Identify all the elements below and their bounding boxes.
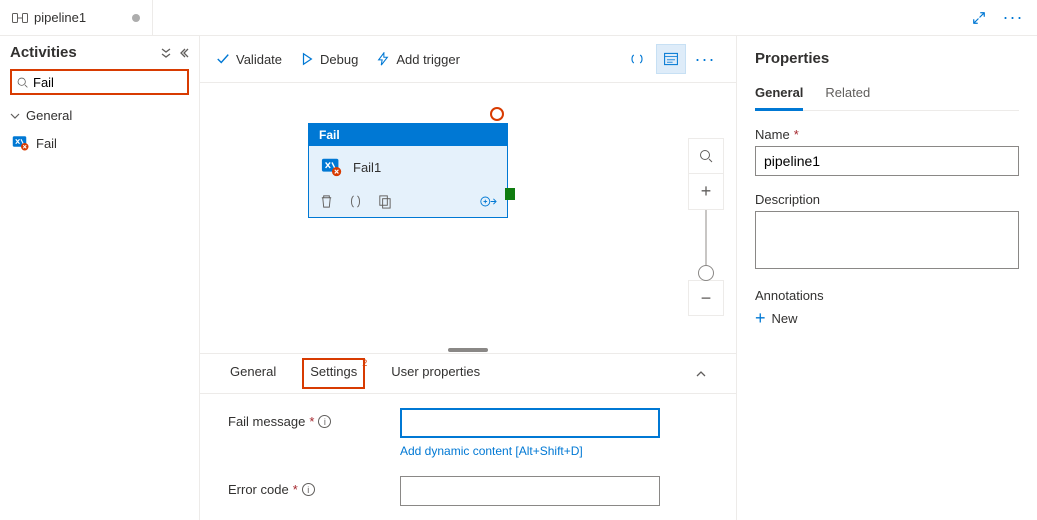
bottom-tab-user-properties[interactable]: User properties bbox=[389, 360, 482, 387]
tab-title: pipeline1 bbox=[34, 10, 86, 25]
debug-label: Debug bbox=[320, 52, 358, 67]
chevron-down-icon bbox=[10, 111, 20, 121]
unsaved-indicator-icon bbox=[132, 14, 140, 22]
node-output-handle[interactable] bbox=[505, 188, 515, 200]
fail-message-label: Fail message bbox=[228, 414, 305, 429]
add-trigger-label: Add trigger bbox=[396, 52, 460, 67]
fail-message-input[interactable] bbox=[400, 408, 660, 438]
activities-panel: Activities General bbox=[0, 36, 200, 520]
pipeline-toolbar: Validate Debug Add trigger bbox=[200, 36, 736, 83]
canvas-zoom-controls: + − bbox=[688, 138, 724, 316]
add-annotation-button[interactable]: + New bbox=[755, 309, 1019, 327]
properties-panel: Properties General Related Name * Descri… bbox=[737, 36, 1037, 520]
debug-button[interactable]: Debug bbox=[300, 52, 358, 67]
name-label: Name bbox=[755, 127, 790, 142]
collapse-panel-icon[interactable] bbox=[694, 367, 708, 381]
collapse-double-icon[interactable] bbox=[159, 47, 173, 59]
copy-icon[interactable] bbox=[377, 194, 392, 209]
zoom-in-button[interactable]: + bbox=[688, 174, 724, 210]
highlight-circle-icon bbox=[490, 107, 504, 121]
zoom-slider[interactable] bbox=[705, 210, 707, 280]
info-icon[interactable]: i bbox=[302, 483, 315, 496]
props-tab-related[interactable]: Related bbox=[825, 81, 870, 110]
required-icon: * bbox=[794, 127, 799, 142]
zoom-fit-button[interactable] bbox=[688, 138, 724, 174]
code-view-button[interactable] bbox=[622, 44, 652, 74]
new-annotation-label: New bbox=[772, 311, 798, 326]
required-icon: * bbox=[293, 482, 298, 497]
node-type-label: Fail bbox=[309, 124, 507, 146]
bottom-tab-settings-label: Settings bbox=[310, 364, 357, 379]
annotations-label: Annotations bbox=[755, 288, 824, 303]
search-icon bbox=[16, 76, 29, 89]
lightning-icon bbox=[376, 52, 390, 66]
pipeline-name-input[interactable] bbox=[755, 146, 1019, 176]
tree-item-label: Fail bbox=[36, 136, 57, 151]
bottom-tab-settings[interactable]: Settings 2 bbox=[302, 358, 365, 389]
more-icon[interactable]: ··· bbox=[999, 4, 1027, 32]
fail-activity-icon bbox=[12, 134, 30, 152]
plus-icon: + bbox=[755, 309, 766, 327]
tree-item-fail[interactable]: Fail bbox=[10, 130, 189, 156]
zoom-slider-thumb[interactable] bbox=[698, 265, 714, 281]
description-label: Description bbox=[755, 192, 820, 207]
activities-search-input[interactable] bbox=[33, 75, 209, 90]
play-outline-icon bbox=[300, 52, 314, 66]
add-trigger-button[interactable]: Add trigger bbox=[376, 52, 460, 67]
zoom-out-button[interactable]: − bbox=[688, 280, 724, 316]
validate-button[interactable]: Validate bbox=[216, 52, 282, 67]
properties-toggle-button[interactable] bbox=[656, 44, 686, 74]
properties-title: Properties bbox=[755, 50, 1019, 67]
required-icon: * bbox=[309, 414, 314, 429]
expand-icon[interactable] bbox=[965, 4, 993, 32]
bottom-tab-general[interactable]: General bbox=[228, 360, 278, 387]
settings-badge: 2 bbox=[362, 358, 367, 368]
open-tab-pipeline[interactable]: pipeline1 bbox=[0, 0, 152, 35]
fail-activity-icon bbox=[321, 156, 343, 178]
pipeline-icon bbox=[12, 10, 28, 26]
add-output-icon[interactable] bbox=[479, 194, 497, 209]
collapse-left-icon[interactable] bbox=[177, 47, 189, 59]
activity-node-fail[interactable]: Fail Fail1 bbox=[308, 123, 508, 218]
node-name: Fail1 bbox=[353, 160, 381, 175]
error-code-input[interactable] bbox=[400, 476, 660, 506]
activities-title: Activities bbox=[10, 44, 77, 61]
tree-group-label: General bbox=[26, 108, 72, 123]
toolbar-more-button[interactable]: ··· bbox=[690, 44, 720, 74]
tree-group-general[interactable]: General bbox=[10, 105, 189, 126]
error-code-label: Error code bbox=[228, 482, 289, 497]
validate-label: Validate bbox=[236, 52, 282, 67]
check-icon bbox=[216, 52, 230, 66]
add-dynamic-content-link[interactable]: Add dynamic content [Alt+Shift+D] bbox=[400, 444, 660, 458]
activities-search[interactable] bbox=[10, 69, 189, 95]
props-tab-general[interactable]: General bbox=[755, 81, 803, 111]
info-icon[interactable]: i bbox=[318, 415, 331, 428]
pipeline-canvas[interactable]: Fail Fail1 bbox=[200, 83, 736, 347]
braces-icon[interactable] bbox=[348, 194, 363, 209]
pipeline-description-input[interactable] bbox=[755, 211, 1019, 269]
delete-icon[interactable] bbox=[319, 194, 334, 209]
